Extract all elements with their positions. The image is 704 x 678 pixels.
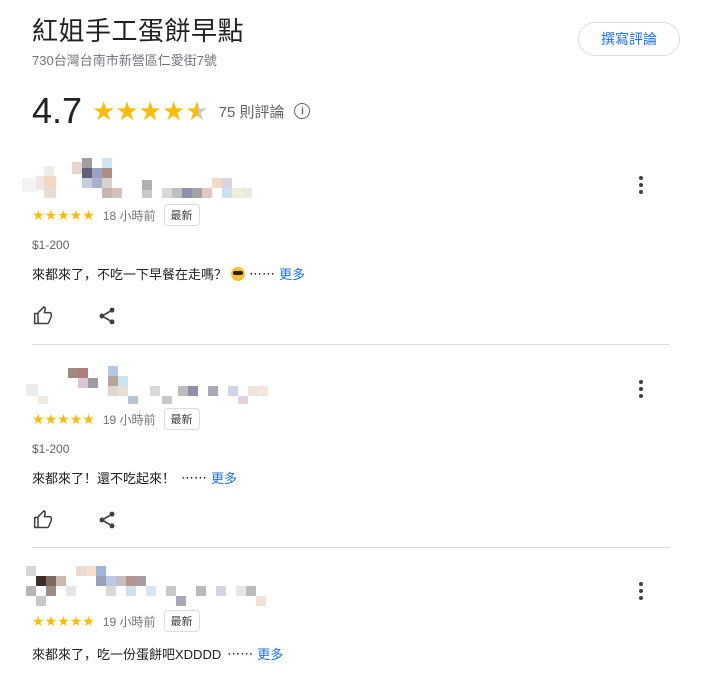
star-icon: ★ [32,613,45,629]
star-icon: ★ [57,613,70,629]
more-link[interactable]: 更多 [211,468,237,487]
review-stars: ★ ★ ★ ★ ★ [32,412,95,426]
review-count[interactable]: 75 則評論 [219,101,285,122]
review-actions [32,305,670,327]
star-icon: ★ [82,411,95,427]
star-icon: ★ [69,207,83,223]
rating-value: 4.7 [32,90,83,131]
review-stars: ★ ★ ★ ★ ★ [32,208,95,222]
thumb-up-icon[interactable] [32,509,54,531]
review-meta: ★ ★ ★ ★ ★ 19 小時前 最新 [32,408,670,430]
review-ellipsis: ⋯⋯ [227,645,254,661]
place-address: 730台灣台南市新營區仁愛街7號 [32,53,217,68]
star-icon: ★ [44,207,58,223]
star-icon: ★ [92,96,116,126]
star-icon: ★ [69,411,83,427]
review-meta: ★ ★ ★ ★ ★ 19 小時前 最新 [32,610,670,632]
review-text-body: 來都來了，不吃一下早餐在走嗎？ [32,267,228,282]
review-stars: ★ ★ ★ ★ ★ [32,614,95,628]
new-badge: 最新 [163,408,200,430]
star-icon: ★ [69,613,83,629]
star-icon: ★ [32,411,45,427]
share-icon[interactable] [96,509,118,531]
info-icon[interactable]: i [294,103,311,119]
review-ellipsis: ⋯⋯ [249,265,276,281]
review-time: 19 小時前 [102,614,156,629]
review-text: 來都來了，不吃一下早餐在走嗎？ ⋯⋯ 更多 [32,264,670,283]
review-time: 19 小時前 [102,412,156,427]
star-icon: ★ [138,96,162,126]
star-icon: ★ [57,411,70,427]
review-divider [32,344,670,345]
write-review-button[interactable]: 撰寫評論 [578,22,680,56]
review-item: ★ ★ ★ ★ ★ 18 小時前 最新 $1-200 來都來了，不吃一下早餐在走嗎？ ⋯… [22,158,670,327]
review-ellipsis: ⋯⋯ [181,469,208,485]
rating-summary: 4.7 ★ ★ ★ ★ ★ 75 則評論 i [32,90,311,132]
more-vert-icon[interactable] [632,174,650,196]
review-price: $1-200 [32,238,70,252]
review-meta: ★ ★ ★ ★ ★ 18 小時前 最新 [32,204,670,226]
sunglasses-emoji-icon [231,266,246,281]
star-icon: ★ [44,411,58,427]
new-badge: 最新 [163,204,200,226]
review-divider [32,547,670,548]
star-icon: ★ [44,613,58,629]
thumb-up-icon[interactable] [32,305,54,327]
review-text: 來都來了，吃一份蛋餅吧XDDDD ⋯⋯ 更多 [32,644,670,663]
new-badge: 最新 [163,610,200,632]
review-item: ★ ★ ★ ★ ★ 19 小時前 最新 $1-200 來都來了！還不吃起來！ ⋯⋯ 更多 [26,362,670,531]
more-vert-icon[interactable] [632,378,650,400]
review-text: 來都來了！還不吃起來！ ⋯⋯ 更多 [32,468,670,487]
more-link[interactable]: 更多 [279,264,305,283]
star-icon: ★ [82,207,95,223]
share-icon[interactable] [96,305,118,327]
review-text-body: 來都來了，吃一份蛋餅吧XDDDD [32,647,222,662]
more-link[interactable]: 更多 [257,644,283,663]
review-price: $1-200 [32,442,70,456]
star-icon: ★ [57,207,70,223]
star-half-icon: ★ [185,96,209,126]
more-vert-icon[interactable] [632,580,650,602]
rating-stars: ★ ★ ★ ★ ★ [92,98,209,124]
review-text-body: 來都來了！還不吃起來！ [32,471,176,486]
reviewer-name-pixelated[interactable] [22,158,670,200]
star-icon: ★ [82,613,95,629]
review-time: 18 小時前 [102,208,156,223]
place-header: 紅姐手工蛋餅早點 730台灣台南市新營區仁愛街7號 撰寫評論 [32,14,680,69]
review-item: ★ ★ ★ ★ ★ 19 小時前 最新 來都來了，吃一份蛋餅吧XDDDD ⋯⋯ 更多 [26,564,670,663]
review-actions [32,509,670,531]
reviewer-name-pixelated[interactable] [26,564,670,606]
reviewer-name-pixelated[interactable] [26,362,670,404]
star-icon: ★ [115,96,139,126]
star-icon: ★ [32,207,45,223]
star-icon: ★ [161,96,186,126]
